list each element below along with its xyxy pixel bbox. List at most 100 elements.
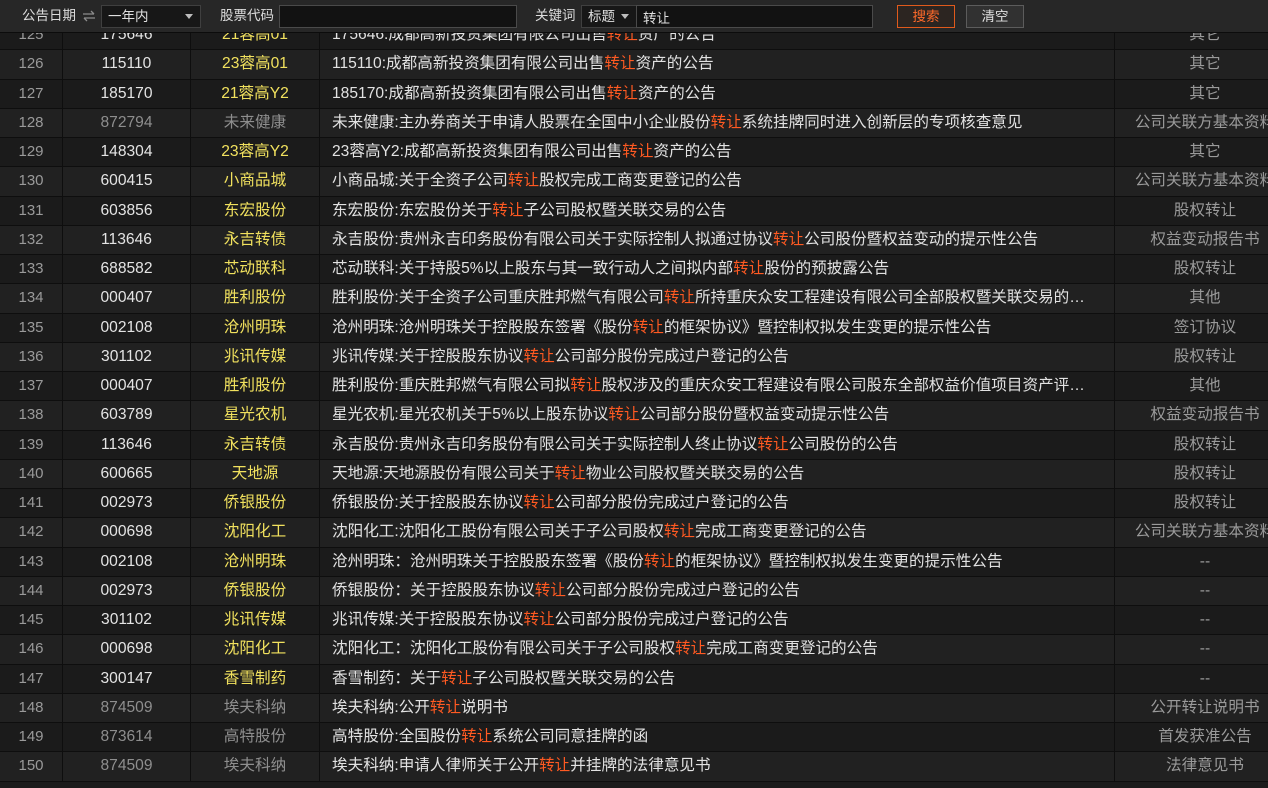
announcement-title[interactable]: 沧州明珠:沧州明珠关于控股股东签署《股份转让的框架协议》暨控制权拟发生变更的提示… — [320, 313, 1115, 342]
category-label: 股权转让 — [1173, 201, 1237, 219]
announcement-title[interactable]: 胜利股份:重庆胜邦燃气有限公司拟转让股权涉及的重庆众安工程建设有限公司股东全部权… — [320, 372, 1115, 401]
announcement-title[interactable]: 185170:成都高新投资集团有限公司出售转让资产的公告 — [320, 79, 1115, 108]
announcement-title[interactable]: 23蓉高Y2:成都高新投资集团有限公司出售转让资产的公告 — [320, 138, 1115, 167]
announcement-title[interactable]: 埃夫科纳:公开转让说明书 — [320, 693, 1115, 723]
stock-name[interactable]: 永吉转债 — [191, 430, 320, 459]
table-row[interactable]: 133 688582 芯动联科 芯动联科:关于持股5%以上股东与其一致行动人之间拟内部… — [0, 255, 1268, 285]
table-row[interactable]: 150 874509 埃夫科纳 埃夫科纳:申请人律师关于公开转让并挂牌的法律意见书 法律… — [0, 752, 1268, 782]
stock-name[interactable]: 未来健康 — [191, 108, 320, 138]
announcement-title[interactable]: 胜利股份:关于全资子公司重庆胜邦燃气有限公司转让所持重庆众安工程建设有限公司全部… — [320, 284, 1115, 313]
table-row[interactable]: 141 002973 侨银股份 侨银股份:关于控股股东协议转让公司部分股份完成过户登记… — [0, 489, 1268, 519]
search-button[interactable]: 搜索 — [897, 5, 955, 28]
table-row[interactable]: 145 301102 兆讯传媒 兆讯传媒:关于控股股东协议转让公司部分股份完成过户登记… — [0, 606, 1268, 636]
stock-code: 002108 — [63, 547, 191, 576]
stock-name[interactable]: 小商品城 — [191, 167, 320, 196]
table-row[interactable]: 147 300147 香雪制药 香雪制药：关于转让子公司股权暨关联交易的公告 -- — [0, 664, 1268, 694]
table-row[interactable]: 128 872794 未来健康 未来健康:主办券商关于申请人股票在全国中小企业股份转让… — [0, 108, 1268, 139]
stock-name[interactable]: 侨银股份 — [191, 576, 320, 606]
table-row[interactable]: 136 301102 兆讯传媒 兆讯传媒:关于控股股东协议转让公司部分股份完成过户登记… — [0, 342, 1268, 373]
table-row[interactable]: 130 600415 小商品城 小商品城:关于全资子公司转让股权完成工商变更登记的公告… — [0, 167, 1268, 197]
title-keyword-highlight: 转让 — [663, 523, 696, 541]
announcement-title[interactable]: 小商品城:关于全资子公司转让股权完成工商变更登记的公告 — [320, 167, 1115, 196]
table-row[interactable]: 131 603856 东宏股份 东宏股份:东宏股份关于转让子公司股权暨关联交易的公告 股… — [0, 196, 1268, 226]
table-row[interactable]: 142 000698 沈阳化工 沈阳化工:沈阳化工股份有限公司关于子公司股权转让完成工… — [0, 518, 1268, 548]
stock-code-input[interactable] — [279, 5, 517, 28]
stock-code: 000407 — [63, 284, 191, 313]
table-row[interactable]: 149 873614 高特股份 高特股份:全国股份转让系统公司同意挂牌的函 首发获准公告 — [0, 723, 1268, 753]
stock-name[interactable]: 香雪制药 — [191, 664, 320, 693]
stock-name[interactable]: 高特股份 — [191, 723, 320, 752]
announcement-title[interactable]: 星光农机:星光农机关于5%以上股东协议转让公司部分股份暨权益变动提示性公告 — [320, 401, 1115, 430]
stock-name[interactable]: 21蓉高Y2 — [191, 79, 320, 108]
announcement-title[interactable]: 永吉股份:贵州永吉印务股份有限公司关于实际控制人拟通过协议转让公司股份暨权益变动… — [320, 225, 1115, 255]
announcement-category: 法律意见书 — [1115, 752, 1268, 780]
title-keyword-highlight: 转让 — [643, 552, 676, 570]
date-range-select[interactable]: 一年内 — [101, 5, 201, 28]
table-row[interactable]: 137 000407 胜利股份 胜利股份:重庆胜邦燃气有限公司拟转让股权涉及的重庆众安… — [0, 372, 1268, 402]
table-row[interactable]: 146 000698 沈阳化工 沈阳化工：沈阳化工股份有限公司关于子公司股权转让完成工… — [0, 635, 1268, 665]
table-row[interactable]: 140 600665 天地源 天地源:天地源股份有限公司关于转让物业公司股权暨关联交易… — [0, 459, 1268, 490]
announcement-title[interactable]: 沈阳化工：沈阳化工股份有限公司关于子公司股权转让完成工商变更登记的公告 — [320, 635, 1115, 664]
stock-name[interactable]: 23蓉高Y2 — [191, 138, 320, 167]
category-label: 签订协议 — [1173, 318, 1237, 336]
table-row[interactable]: 144 002973 侨银股份 侨银股份：关于控股股东协议转让公司部分股份完成过户登记… — [0, 576, 1268, 607]
announcement-title[interactable]: 天地源:天地源股份有限公司关于转让物业公司股权暨关联交易的公告 — [320, 459, 1115, 489]
stock-name[interactable]: 沧州明珠 — [191, 313, 320, 342]
search-field-select[interactable]: 标题 — [581, 5, 637, 28]
stock-name[interactable]: 兆讯传媒 — [191, 606, 320, 635]
announcement-title[interactable]: 永吉股份:贵州永吉印务股份有限公司关于实际控制人终止协议转让公司股份的公告 — [320, 430, 1115, 459]
table-row[interactable]: 132 113646 永吉转债 永吉股份:贵州永吉印务股份有限公司关于实际控制人拟通过… — [0, 225, 1268, 256]
stock-name[interactable]: 23蓉高01 — [191, 50, 320, 79]
title-text: 公司部分股份完成过户登记的公告 — [554, 347, 789, 365]
stock-name[interactable]: 埃夫科纳 — [191, 693, 320, 723]
stock-name[interactable]: 永吉转债 — [191, 225, 320, 255]
stock-name[interactable]: 胜利股份 — [191, 372, 320, 401]
table-row[interactable]: 139 113646 永吉转债 永吉股份:贵州永吉印务股份有限公司关于实际控制人终止协… — [0, 430, 1268, 460]
stock-code: 603789 — [63, 401, 191, 430]
keyword-input[interactable] — [636, 5, 873, 28]
row-index: 133 — [0, 255, 63, 284]
stock-name[interactable]: 胜利股份 — [191, 284, 320, 313]
stock-name[interactable]: 沈阳化工 — [191, 635, 320, 664]
stock-name[interactable]: 埃夫科纳 — [191, 752, 320, 781]
table-row[interactable]: 138 603789 星光农机 星光农机:星光农机关于5%以上股东协议转让公司部分股份… — [0, 401, 1268, 431]
table-row[interactable]: 135 002108 沧州明珠 沧州明珠:沧州明珠关于控股股东签署《股份转让的框架协议… — [0, 313, 1268, 343]
announcement-title[interactable]: 侨银股份:关于控股股东协议转让公司部分股份完成过户登记的公告 — [320, 489, 1115, 518]
table-row[interactable]: 127 185170 21蓉高Y2 185170:成都高新投资集团有限公司出售转让资产… — [0, 79, 1268, 109]
title-text: 公司部分股份暨权益变动提示性公告 — [639, 406, 890, 424]
stock-name[interactable]: 天地源 — [191, 459, 320, 489]
table-row[interactable]: 143 002108 沧州明珠 沧州明珠：沧州明珠关于控股股东签署《股份转让的框架协议… — [0, 547, 1268, 577]
table-row[interactable]: 129 148304 23蓉高Y2 23蓉高Y2:成都高新投资集团有限公司出售转让资产… — [0, 138, 1268, 168]
clear-button[interactable]: 清空 — [966, 5, 1024, 28]
announcement-title[interactable]: 东宏股份:东宏股份关于转让子公司股权暨关联交易的公告 — [320, 196, 1115, 225]
announcement-title[interactable]: 侨银股份：关于控股股东协议转让公司部分股份完成过户登记的公告 — [320, 576, 1115, 606]
stock-name[interactable]: 东宏股份 — [191, 196, 320, 225]
announcement-title[interactable]: 兆讯传媒:关于控股股东协议转让公司部分股份完成过户登记的公告 — [320, 342, 1115, 372]
announcement-title[interactable]: 沧州明珠：沧州明珠关于控股股东签署《股份转让的框架协议》暨控制权拟发生变更的提示… — [320, 547, 1115, 576]
table-row[interactable]: 126 115110 23蓉高01 115110:成都高新投资集团有限公司出售转让资产… — [0, 50, 1268, 80]
title-text: 公司股份的公告 — [788, 435, 898, 453]
table-row[interactable]: 148 874509 埃夫科纳 埃夫科纳:公开转让说明书 公开转让说明书 — [0, 693, 1268, 724]
announcement-title[interactable]: 兆讯传媒:关于控股股东协议转让公司部分股份完成过户登记的公告 — [320, 606, 1115, 635]
stock-name[interactable]: 芯动联科 — [191, 255, 320, 284]
stock-name[interactable]: 沈阳化工 — [191, 518, 320, 547]
stock-name[interactable]: 侨银股份 — [191, 489, 320, 518]
table-row[interactable]: 134 000407 胜利股份 胜利股份:关于全资子公司重庆胜邦燃气有限公司转让所持重… — [0, 284, 1268, 314]
announcement-title[interactable]: 香雪制药：关于转让子公司股权暨关联交易的公告 — [320, 664, 1115, 693]
title-text: 胜利股份:重庆胜邦燃气有限公司拟 — [332, 377, 571, 395]
announcement-title[interactable]: 未来健康:主办券商关于申请人股票在全国中小企业股份转让系统挂牌同时进入创新层的专… — [320, 108, 1115, 138]
announcement-title[interactable]: 115110:成都高新投资集团有限公司出售转让资产的公告 — [320, 50, 1115, 79]
announcement-title[interactable]: 埃夫科纳:申请人律师关于公开转让并挂牌的法律意见书 — [320, 752, 1115, 781]
stock-code: 688582 — [63, 255, 191, 284]
stock-name[interactable]: 沧州明珠 — [191, 547, 320, 576]
title-keyword-highlight: 转让 — [632, 318, 664, 336]
stock-name[interactable]: 兆讯传媒 — [191, 342, 320, 372]
swap-icon[interactable] — [82, 10, 96, 22]
stock-name[interactable]: 星光农机 — [191, 401, 320, 430]
category-label: 其他 — [1189, 289, 1221, 307]
announcement-title[interactable]: 芯动联科:关于持股5%以上股东与其一致行动人之间拟内部转让股份的预披露公告 — [320, 255, 1115, 284]
announcement-title[interactable]: 高特股份:全国股份转让系统公司同意挂牌的函 — [320, 723, 1115, 752]
category-label: 股权转让 — [1173, 464, 1237, 482]
category-label: 权益变动报告书 — [1150, 406, 1260, 424]
announcement-title[interactable]: 沈阳化工:沈阳化工股份有限公司关于子公司股权转让完成工商变更登记的公告 — [320, 518, 1115, 547]
